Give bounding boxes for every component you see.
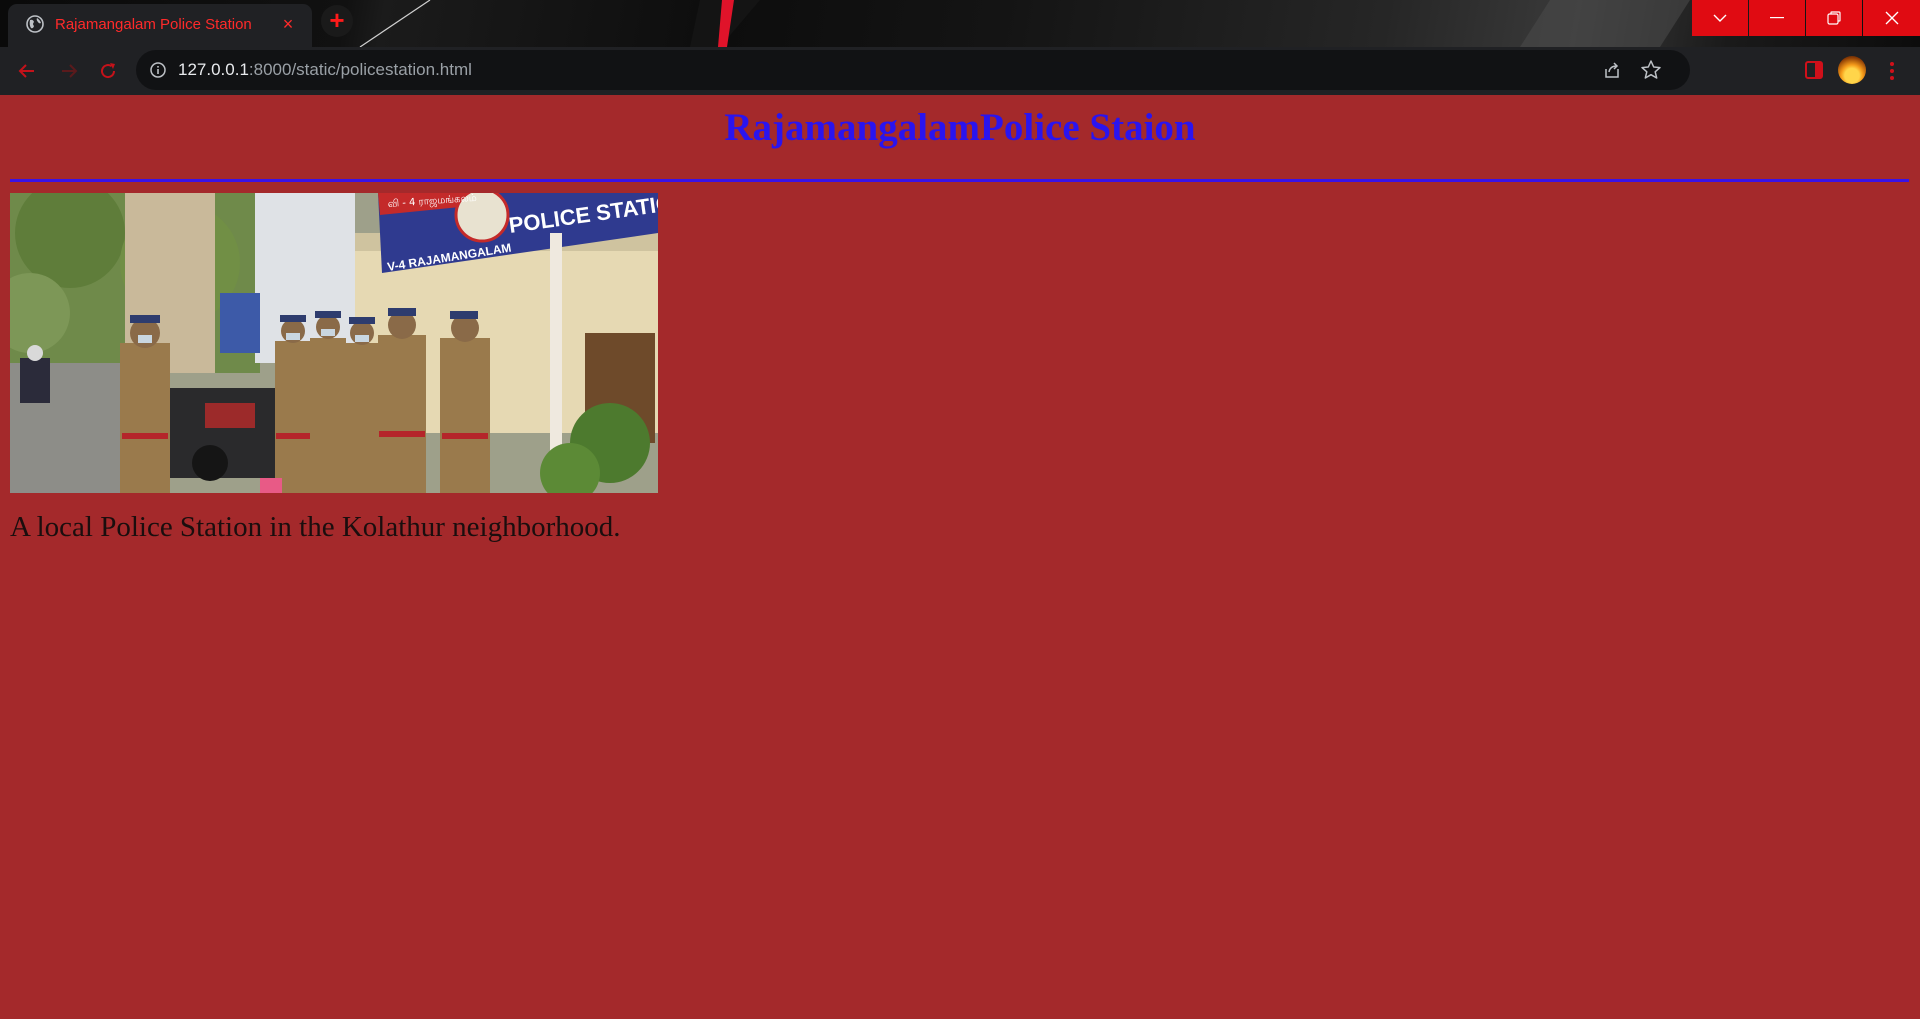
active-tab[interactable]: Rajamangalam Police Station × xyxy=(8,4,312,47)
globe-icon xyxy=(26,15,44,33)
minimize-button[interactable] xyxy=(1749,0,1805,36)
back-button[interactable] xyxy=(13,57,41,85)
tab-search-button[interactable] xyxy=(1692,0,1748,36)
more-menu-icon[interactable] xyxy=(1882,59,1902,83)
close-window-button[interactable] xyxy=(1863,0,1920,36)
tab-title: Rajamangalam Police Station xyxy=(55,16,252,33)
page-title: RajamangalamPolice Staion xyxy=(724,106,1196,149)
police-station-photo: POLICE STATION V-4 RAJAMANGALAM வி - 4 ர… xyxy=(10,193,658,493)
arrow-right-icon xyxy=(62,64,78,78)
browser-chrome: Rajamangalam Police Station × + 127.0.0.… xyxy=(0,0,1920,95)
share-icon[interactable] xyxy=(1602,60,1622,80)
address-bar[interactable]: 127.0.0.1:8000/static/policestation.html xyxy=(136,50,1690,90)
side-panel-icon[interactable] xyxy=(1803,59,1825,81)
url-text[interactable]: 127.0.0.1:8000/static/policestation.html xyxy=(178,60,472,80)
arrow-left-icon xyxy=(18,64,34,78)
police-station-illustration: POLICE STATION V-4 RAJAMANGALAM வி - 4 ர… xyxy=(10,193,658,493)
minimize-icon xyxy=(1770,17,1784,19)
restore-button[interactable] xyxy=(1806,0,1862,36)
page-content: RajamangalamPolice Staion POLICE STATION… xyxy=(0,95,1920,1019)
new-tab-button[interactable]: + xyxy=(321,5,353,37)
chevron-down-icon xyxy=(1713,14,1727,22)
browser-toolbar: 127.0.0.1:8000/static/policestation.html xyxy=(0,47,1920,95)
tab-close-button[interactable]: × xyxy=(278,14,298,34)
restore-icon xyxy=(1827,11,1841,25)
info-icon[interactable] xyxy=(149,61,167,79)
reload-button[interactable] xyxy=(94,57,122,85)
reload-icon xyxy=(101,63,116,79)
horizontal-rule xyxy=(10,179,1909,182)
url-path: :8000/static/policestation.html xyxy=(248,60,472,79)
close-icon xyxy=(1885,11,1898,25)
profile-avatar[interactable] xyxy=(1838,56,1866,84)
forward-button[interactable] xyxy=(55,57,83,85)
page-caption: A local Police Station in the Kolathur n… xyxy=(10,511,621,543)
star-icon[interactable] xyxy=(1640,59,1662,81)
url-host: 127.0.0.1 xyxy=(178,60,249,79)
tab-strip: Rajamangalam Police Station × + xyxy=(0,0,1920,47)
